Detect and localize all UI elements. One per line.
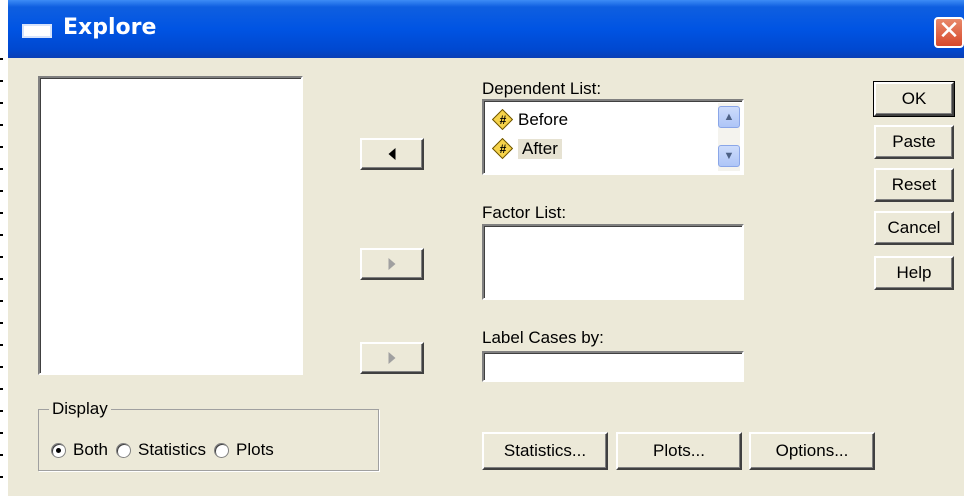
scroll-up-icon[interactable]: ▲: [718, 106, 740, 128]
left-arrow-icon: [388, 148, 396, 160]
right-arrow-icon: [388, 258, 396, 270]
factor-list-label: Factor List:: [482, 203, 567, 222]
numeric-variable-icon: #: [491, 137, 514, 160]
list-item[interactable]: # After: [491, 136, 562, 161]
options-button[interactable]: Options...: [749, 432, 875, 470]
right-arrow-icon: [388, 352, 396, 364]
paste-button[interactable]: Paste: [874, 125, 954, 159]
scroll-down-icon[interactable]: ▼: [718, 145, 740, 167]
move-to-label-cases-button[interactable]: [360, 342, 424, 374]
list-item-label: Before: [518, 109, 569, 129]
display-options: Both Statistics Plots: [51, 440, 282, 460]
dependent-list[interactable]: # Before # After ▲ ▼: [482, 99, 744, 175]
display-both-radio[interactable]: [51, 442, 66, 458]
title-bar[interactable]: Explore ✕: [8, 0, 964, 58]
dependent-list-label: Dependent List:: [482, 79, 602, 98]
reset-button[interactable]: Reset: [874, 168, 954, 202]
source-variable-list[interactable]: [38, 76, 303, 375]
list-item[interactable]: # Before: [491, 107, 569, 132]
display-group-title: Display: [49, 399, 111, 419]
display-plots-radio[interactable]: [214, 442, 230, 458]
plots-button[interactable]: Plots...: [616, 432, 742, 470]
display-plots-label[interactable]: Plots: [236, 440, 274, 460]
ok-button[interactable]: OK: [873, 81, 955, 117]
window-icon: [22, 24, 52, 38]
explore-dialog: Explore ✕ Dependent List: # Before # Aft…: [0, 0, 964, 496]
help-button[interactable]: Help: [874, 256, 954, 290]
desktop-edge: [0, 58, 3, 496]
numeric-variable-icon: #: [491, 108, 514, 131]
move-to-dependent-button[interactable]: [360, 138, 424, 170]
factor-list[interactable]: [482, 224, 744, 300]
display-group: Display Both Statistics Plots: [38, 399, 379, 471]
move-to-factor-button[interactable]: [360, 248, 424, 280]
window-title: Explore: [63, 15, 157, 40]
label-cases-field[interactable]: [482, 351, 744, 382]
cancel-button[interactable]: Cancel: [874, 211, 954, 245]
close-icon[interactable]: ✕: [934, 17, 964, 48]
statistics-button[interactable]: Statistics...: [482, 432, 608, 470]
label-cases-label: Label Cases by:: [482, 328, 604, 347]
display-statistics-label[interactable]: Statistics: [138, 440, 206, 460]
dependent-list-scrollbar[interactable]: ▲ ▼: [718, 103, 740, 171]
list-item-label: After: [518, 138, 562, 159]
display-both-label[interactable]: Both: [73, 440, 108, 460]
display-statistics-radio[interactable]: [115, 442, 131, 458]
